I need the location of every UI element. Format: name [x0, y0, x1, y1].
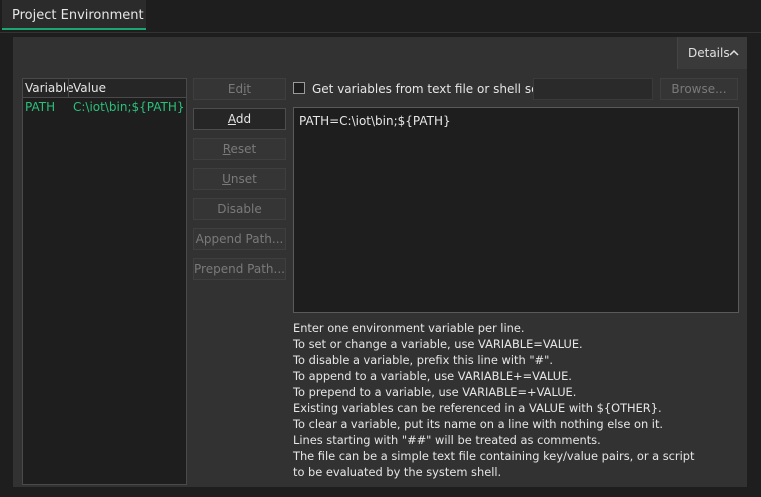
- column-divider[interactable]: [68, 79, 69, 97]
- browse-button[interactable]: Browse...: [660, 78, 738, 100]
- help-line: to be evaluated by the system shell.: [293, 465, 502, 479]
- details-label: Details: [688, 46, 730, 60]
- reset-label-post: eset: [230, 142, 257, 156]
- table-row[interactable]: PATH C:\iot\bin;${PATH}: [23, 98, 186, 116]
- editor-content: PATH=C:\iot\bin;${PATH}: [299, 114, 451, 128]
- column-header-value[interactable]: Value: [73, 81, 106, 95]
- file-option-label[interactable]: Get variables from text file or shell sc…: [312, 82, 558, 96]
- help-text: Enter one environment variable per line.…: [293, 320, 743, 480]
- add-label-mnemonic: A: [227, 112, 236, 126]
- edit-label-pre: Ed: [227, 82, 244, 96]
- help-line: To append to a variable, use VARIABLE+=V…: [293, 369, 572, 383]
- help-line: To prepend to a variable, use VARIABLE=+…: [293, 385, 577, 399]
- environment-editor[interactable]: PATH=C:\iot\bin;${PATH}: [293, 107, 739, 313]
- file-path-input[interactable]: [533, 78, 653, 100]
- unset-label-mnemonic: U: [222, 172, 231, 186]
- variables-table[interactable]: Variable Value PATH C:\iot\bin;${PATH}: [22, 78, 187, 485]
- environment-panel: Details Variable Value PATH C:\iot\bin;$…: [13, 37, 747, 487]
- help-line: Lines starting with "##" will be treated…: [293, 433, 601, 447]
- prepend-path-button[interactable]: Prepend Path...: [193, 258, 286, 280]
- table-header: Variable Value: [23, 79, 186, 98]
- cell-variable: PATH: [25, 100, 56, 114]
- chevron-up-icon: [729, 49, 739, 56]
- edit-label-post: t: [246, 82, 252, 96]
- file-option-checkbox[interactable]: [293, 82, 305, 94]
- help-line: To set or change a variable, use VARIABL…: [293, 337, 583, 351]
- help-line: Enter one environment variable per line.: [293, 321, 525, 335]
- column-header-variable[interactable]: Variable: [25, 81, 74, 95]
- help-line: The file can be a simple text file conta…: [293, 449, 695, 463]
- help-line: To disable a variable, prefix this line …: [293, 353, 553, 367]
- append-path-button[interactable]: Append Path...: [193, 228, 286, 250]
- reset-label-mnemonic: R: [222, 142, 231, 156]
- tab-bar: Project Environment: [0, 0, 761, 33]
- tab-project-environment[interactable]: Project Environment: [2, 0, 146, 30]
- details-toggle-button[interactable]: Details: [677, 37, 747, 69]
- unset-label-post: nset: [230, 172, 257, 186]
- disable-button[interactable]: Disable: [193, 198, 286, 220]
- reset-button[interactable]: Reset: [193, 138, 286, 160]
- help-line: Existing variables can be referenced in …: [293, 401, 662, 415]
- help-line: To clear a variable, put its name on a l…: [293, 417, 664, 431]
- unset-button[interactable]: Unset: [193, 168, 286, 190]
- edit-button[interactable]: Edit: [193, 78, 286, 100]
- add-button[interactable]: Add: [193, 108, 286, 130]
- cell-value: C:\iot\bin;${PATH}: [73, 100, 185, 114]
- add-label-post: dd: [235, 112, 252, 126]
